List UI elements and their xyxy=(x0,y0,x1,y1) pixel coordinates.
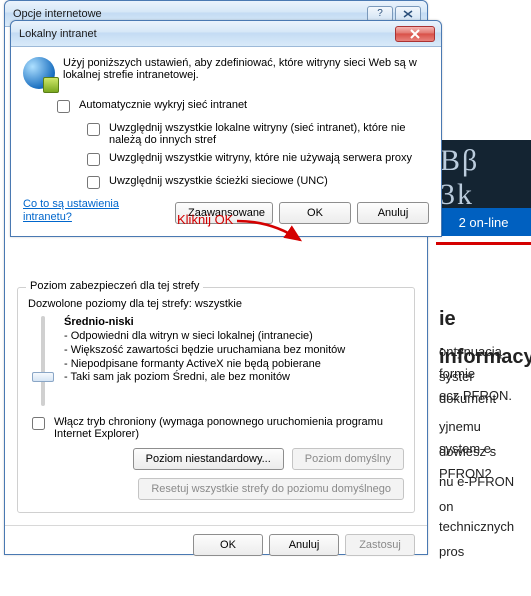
modal-ok-button[interactable]: OK xyxy=(279,202,351,224)
allowed-levels-label: Dozwolone poziomy dla tej strefy: wszyst… xyxy=(28,298,404,310)
include-unc-paths-checkbox[interactable] xyxy=(87,176,100,189)
include-noproxy-sites-checkbox[interactable] xyxy=(87,153,100,166)
auto-detect-checkbox[interactable] xyxy=(57,100,70,113)
outer-title: Opcje internetowe xyxy=(11,8,367,20)
group-legend: Poziom zabezpieczeń dla tej strefy xyxy=(26,280,203,292)
modal-titlebar[interactable]: Lokalny intranet xyxy=(11,21,441,47)
reset-zones-button: Resetuj wszystkie strefy do poziomu domy… xyxy=(138,478,404,500)
intranet-settings-help-link[interactable]: Co to są ustawienia intranetu? xyxy=(23,198,119,223)
include-noproxy-sites-label: Uwzględnij wszystkie witryny, które nie … xyxy=(109,152,412,164)
background-red-line xyxy=(436,242,531,245)
level-name: Średnio-niski xyxy=(64,316,404,328)
security-slider[interactable] xyxy=(28,316,58,406)
outer-cancel-button[interactable]: Anuluj xyxy=(269,534,339,556)
modal-close-button[interactable] xyxy=(395,26,435,42)
background-banner: 2 on-line xyxy=(436,208,531,236)
modal-title: Lokalny intranet xyxy=(17,28,395,40)
include-local-sites-label: Uwzględnij wszystkie lokalne witryny (si… xyxy=(109,122,429,146)
slider-thumb[interactable] xyxy=(32,372,54,382)
background-text-6: nu e-PFRON on xyxy=(439,470,531,519)
protected-mode-checkbox[interactable] xyxy=(32,417,45,430)
local-intranet-dialog: Lokalny intranet Użyj poniższych ustawie… xyxy=(10,20,442,237)
globe-icon xyxy=(23,57,55,89)
background-text-3: ecz PFRON. xyxy=(439,384,531,409)
annotation-text: Kliknij OK xyxy=(177,212,233,227)
auto-detect-label: Automatycznie wykryj sieć intranet xyxy=(79,99,247,111)
default-level-button: Poziom domyślny xyxy=(292,448,404,470)
outer-ok-button[interactable]: OK xyxy=(193,534,263,556)
modal-intro: Użyj poniższych ustawień, aby zdefiniowa… xyxy=(63,57,429,81)
background-text-7: technicznych pros xyxy=(439,515,531,564)
protected-mode-label: Włącz tryb chroniony (wymaga ponownego u… xyxy=(54,416,404,440)
custom-level-button[interactable]: Poziom niestandardowy... xyxy=(133,448,284,470)
level-description: - Odpowiedni dla witryn w sieci lokalnej… xyxy=(64,330,404,385)
security-level-group: Poziom zabezpieczeń dla tej strefy Dozwo… xyxy=(17,287,415,513)
modal-cancel-button[interactable]: Anuluj xyxy=(357,202,429,224)
close-icon xyxy=(409,29,421,39)
include-local-sites-checkbox[interactable] xyxy=(87,123,100,136)
outer-apply-button: Zastosuj xyxy=(345,534,415,556)
include-unc-paths-label: Uwzględnij wszystkie ścieżki sieciowe (U… xyxy=(109,175,328,187)
close-icon xyxy=(403,10,413,18)
